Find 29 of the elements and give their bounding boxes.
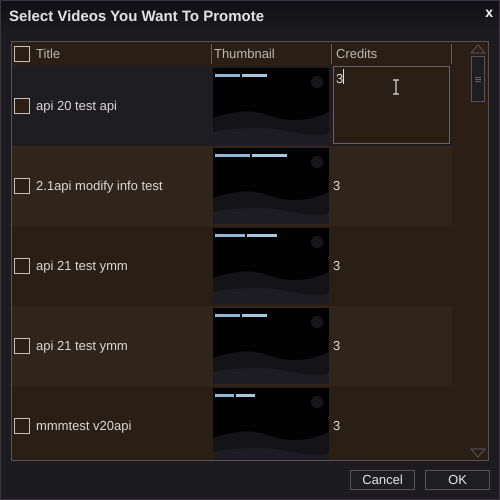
video-title: mmmtest v20api [36,417,132,436]
text-cursor-icon [392,79,400,95]
table-row[interactable]: 2.1api modify info test 3 [12,146,452,226]
checkbox[interactable] [14,418,30,434]
dialog-button[interactable]: Cancel [350,470,415,490]
dialog-button[interactable]: OK [425,470,490,490]
column-header: Title [36,45,60,64]
close-button[interactable]: x [485,5,493,19]
video-title: api 20 test api [36,97,117,116]
checkbox[interactable] [14,98,30,114]
credits-value: 3 [333,417,340,436]
window-title: Select Videos You Want To Promote [9,6,264,27]
grip-icon [475,76,481,82]
video-title: api 21 test ymm [36,337,128,356]
checkbox[interactable] [14,178,30,194]
video-title: 2.1api modify info test [36,177,162,196]
credits-value: 3 [333,337,340,356]
checkbox[interactable] [14,46,30,62]
column-header: Credits [336,46,378,62]
credits-value: 3 [333,177,340,196]
credits-value: 3 [333,257,340,276]
checkbox[interactable] [14,338,30,354]
checkbox[interactable] [14,258,30,274]
scrollbar-thumb[interactable] [471,56,485,102]
table-row[interactable]: api 21 test ymm 3 [12,306,452,386]
video-title: api 21 test ymm [36,257,128,276]
table-row[interactable]: api 20 test api 3 [12,66,452,146]
column-header: Thumbnail [214,46,275,62]
credits-field[interactable]: 3 [333,66,450,144]
